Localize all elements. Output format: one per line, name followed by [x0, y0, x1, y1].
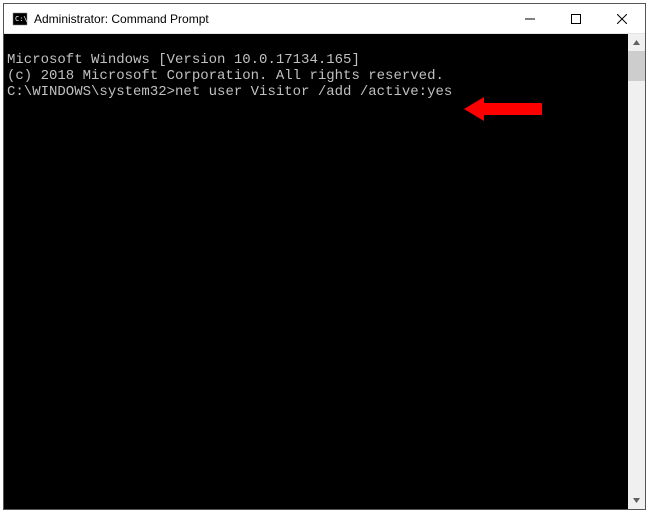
- prompt-line: C:\WINDOWS\system32>net user Visitor /ad…: [7, 84, 628, 100]
- scroll-up-button[interactable]: [628, 34, 645, 51]
- window-title: Administrator: Command Prompt: [34, 12, 507, 26]
- console-line: (c) 2018 Microsoft Corporation. All righ…: [7, 68, 628, 84]
- maximize-button[interactable]: [553, 4, 599, 34]
- console-output[interactable]: Microsoft Windows [Version 10.0.17134.16…: [4, 34, 628, 509]
- command-input[interactable]: net user Visitor /add /active:yes: [175, 84, 452, 100]
- command-prompt-window: C:\ Administrator: Command Prompt Micros…: [3, 3, 646, 510]
- close-button[interactable]: [599, 4, 645, 34]
- scrollbar-track[interactable]: [628, 51, 645, 492]
- scroll-down-button[interactable]: [628, 492, 645, 509]
- svg-text:C:\: C:\: [15, 15, 28, 23]
- scrollbar-thumb[interactable]: [628, 51, 645, 81]
- console-line: Microsoft Windows [Version 10.0.17134.16…: [7, 52, 628, 68]
- prompt-text: C:\WINDOWS\system32>: [7, 84, 175, 100]
- title-bar[interactable]: C:\ Administrator: Command Prompt: [4, 4, 645, 34]
- vertical-scrollbar[interactable]: [628, 34, 645, 509]
- minimize-button[interactable]: [507, 4, 553, 34]
- window-controls: [507, 4, 645, 33]
- console-area: Microsoft Windows [Version 10.0.17134.16…: [4, 34, 645, 509]
- app-icon: C:\: [12, 11, 28, 27]
